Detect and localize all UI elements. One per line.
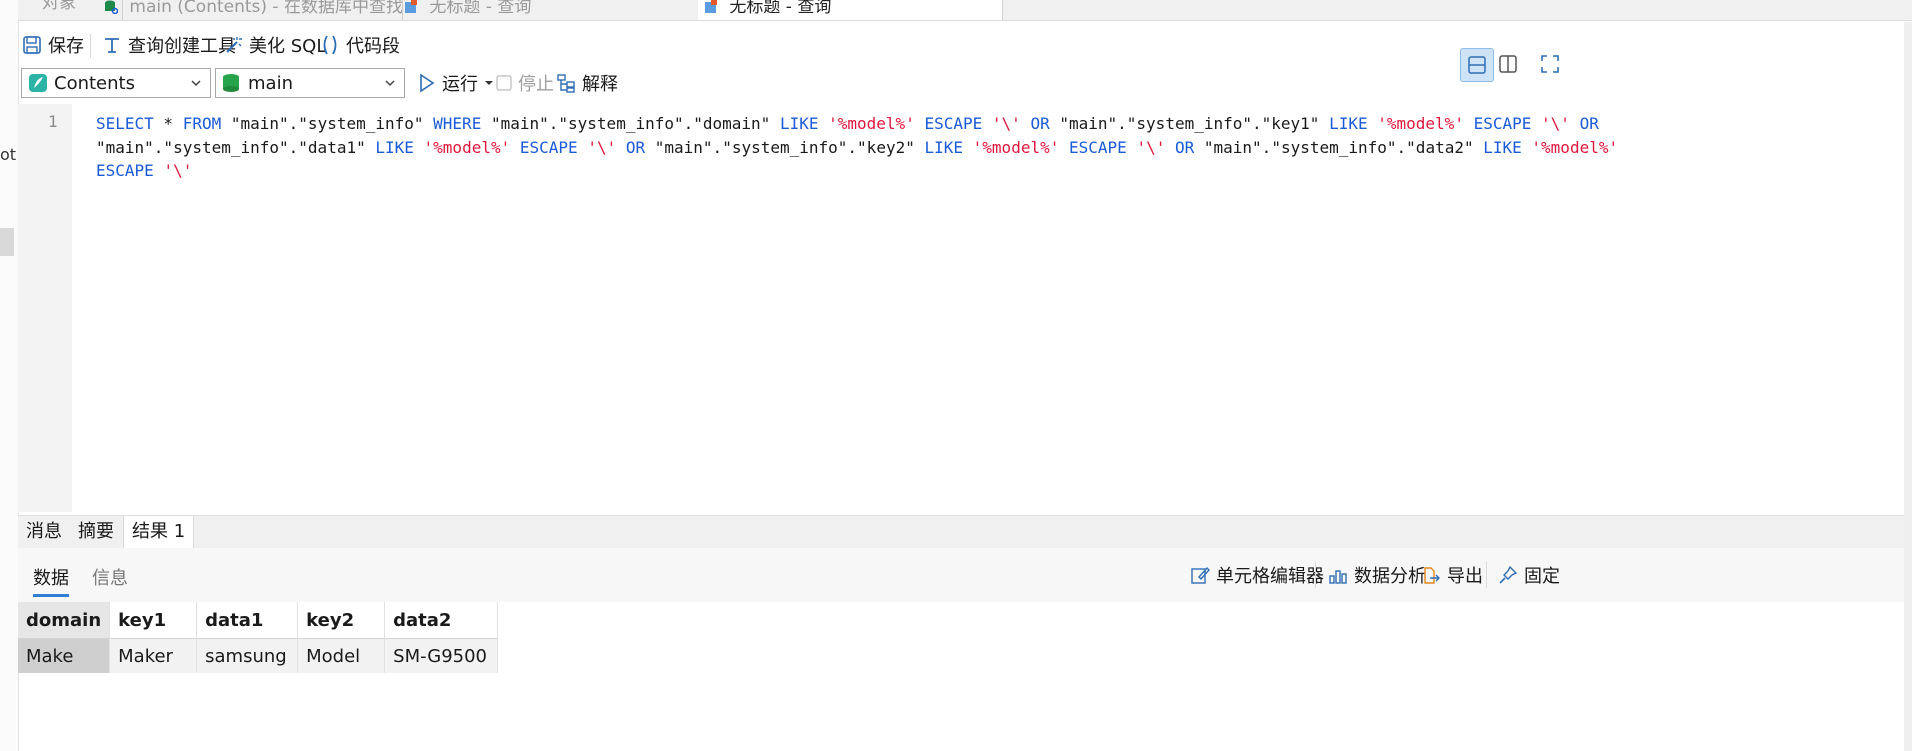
export-button[interactable]: 导出 — [1421, 562, 1483, 588]
export-label: 导出 — [1447, 566, 1483, 587]
grid-cell[interactable]: samsung — [196, 638, 299, 673]
grid-cell[interactable]: Make — [18, 638, 111, 673]
column-header-key1[interactable]: key1 — [109, 602, 198, 639]
parentheses-icon — [323, 35, 337, 55]
run-button[interactable]: 运行 — [418, 70, 494, 96]
save-icon — [23, 36, 41, 54]
explain-button[interactable]: 解释 — [556, 70, 618, 96]
layout-vertical-icon — [1499, 55, 1517, 73]
play-icon — [420, 73, 435, 93]
tab-summary[interactable]: 摘要 — [70, 516, 122, 548]
sql-editor[interactable]: 1 SELECT * FROM "main"."system_info" WHE… — [18, 104, 1904, 512]
chevron-down-icon — [191, 80, 201, 87]
layout-horizontal-icon — [1468, 56, 1486, 74]
result-grid[interactable]: domain key1 data1 key2 data2 Make Maker … — [18, 602, 499, 673]
column-header-data2[interactable]: data2 — [384, 602, 499, 639]
explain-tree-icon — [557, 74, 575, 93]
beautify-sql-label: 美化 SQL — [249, 36, 327, 57]
save-label: 保存 — [48, 36, 84, 57]
result-subtoolbar: 数据 信息 单元格编辑器 数据分析 导出 固定 — [18, 548, 1904, 602]
column-header-data1[interactable]: data1 — [196, 602, 299, 639]
column-header-domain[interactable]: domain — [18, 602, 111, 639]
grid-cell[interactable]: Maker — [109, 638, 198, 673]
toolbar-divider — [90, 34, 91, 58]
tool-divider — [1486, 562, 1487, 588]
grid-cell[interactable]: Model — [297, 638, 386, 673]
expand-icon — [1541, 55, 1559, 73]
beautify-sql-button[interactable]: 美化 SQL — [223, 32, 326, 58]
chevron-down-icon — [385, 80, 395, 87]
result-tab-bar: 消息 摘要 结果 1 — [18, 515, 1904, 548]
grid-cell[interactable]: SM-G9500 — [384, 638, 499, 673]
grid-header-row: domain key1 data1 key2 data2 — [18, 602, 499, 639]
subtab-info[interactable]: 信息 — [92, 564, 128, 590]
column-header-key2[interactable]: key2 — [297, 602, 386, 639]
save-button[interactable]: 保存 — [22, 32, 84, 58]
split-horizontal-view-button[interactable] — [1460, 48, 1494, 82]
tool-divider — [1315, 562, 1316, 588]
chart-icon — [1329, 570, 1347, 584]
data-analysis-button[interactable]: 数据分析 — [1328, 562, 1426, 588]
data-analysis-label: 数据分析 — [1354, 566, 1426, 587]
left-sidebar-clip: ot — [0, 0, 19, 751]
document-tab-bar: 对象 main (Contents) - 在数据库中查找 无标题 - 查询 无标… — [18, 0, 1912, 21]
edit-icon — [1191, 566, 1210, 584]
vertical-scrollbar[interactable] — [1904, 22, 1912, 751]
pin-label: 固定 — [1524, 566, 1560, 587]
pin-button[interactable]: 固定 — [1498, 562, 1560, 588]
sql-code[interactable]: SELECT * FROM "main"."system_info" WHERE… — [96, 112, 1896, 183]
database-select[interactable]: main — [215, 68, 405, 98]
tab-query-2[interactable]: 无标题 - 查询 — [698, 0, 1003, 20]
query-builder-label: 查询创建工具 — [128, 36, 236, 57]
query-icon — [405, 0, 417, 13]
connection-value: Contents — [54, 72, 135, 94]
database-search-icon — [105, 0, 118, 14]
fullscreen-button[interactable] — [1534, 48, 1566, 80]
caret-down-icon — [485, 81, 493, 85]
query-icon — [705, 0, 717, 13]
tab-query-2-label: 无标题 - 查询 — [729, 0, 832, 17]
split-vertical-view-button[interactable] — [1492, 48, 1524, 80]
subtab-data[interactable]: 数据 — [33, 564, 69, 597]
tab-query-1-label: 无标题 - 查询 — [429, 0, 532, 17]
cell-editor-button[interactable]: 单元格编辑器 — [1190, 562, 1324, 588]
stop-label: 停止 — [518, 74, 554, 95]
sidebar-clipped-text: ot — [0, 145, 17, 164]
code-snippet-button[interactable]: 代码段 — [320, 32, 400, 58]
export-icon — [1424, 567, 1440, 584]
pin-icon — [1499, 565, 1518, 584]
query-builder-icon — [105, 38, 119, 53]
sqlite-feather-icon — [29, 74, 47, 92]
stop-button[interactable]: 停止 — [496, 70, 554, 96]
tab-query-1[interactable]: 无标题 - 查询 — [398, 0, 703, 20]
query-builder-button[interactable]: 查询创建工具 — [102, 32, 236, 58]
cell-editor-label: 单元格编辑器 — [1216, 566, 1324, 587]
connection-select[interactable]: Contents — [21, 68, 211, 98]
run-label: 运行 — [442, 74, 478, 95]
code-snippet-label: 代码段 — [346, 36, 400, 57]
magic-wand-icon — [226, 37, 242, 53]
query-toolbar: 保存 查询创建工具 美化 SQL 代码段 — [18, 22, 1908, 82]
line-number: 1 — [48, 112, 58, 131]
stop-icon — [496, 75, 512, 91]
tab-messages[interactable]: 消息 — [18, 516, 70, 548]
table-row[interactable]: Make Maker samsung Model SM-G9500 — [18, 638, 499, 673]
tab-find-in-database[interactable]: main (Contents) - 在数据库中查找 — [98, 0, 403, 20]
database-icon — [223, 74, 239, 92]
tab-objects-label: 对象 — [42, 0, 76, 13]
explain-label: 解释 — [582, 74, 618, 95]
line-number-gutter: 1 — [18, 104, 72, 512]
tab-result-1[interactable]: 结果 1 — [123, 516, 195, 548]
database-value: main — [248, 72, 293, 94]
sidebar-selection — [0, 228, 14, 256]
tab-find-label: main (Contents) - 在数据库中查找 — [129, 0, 403, 17]
